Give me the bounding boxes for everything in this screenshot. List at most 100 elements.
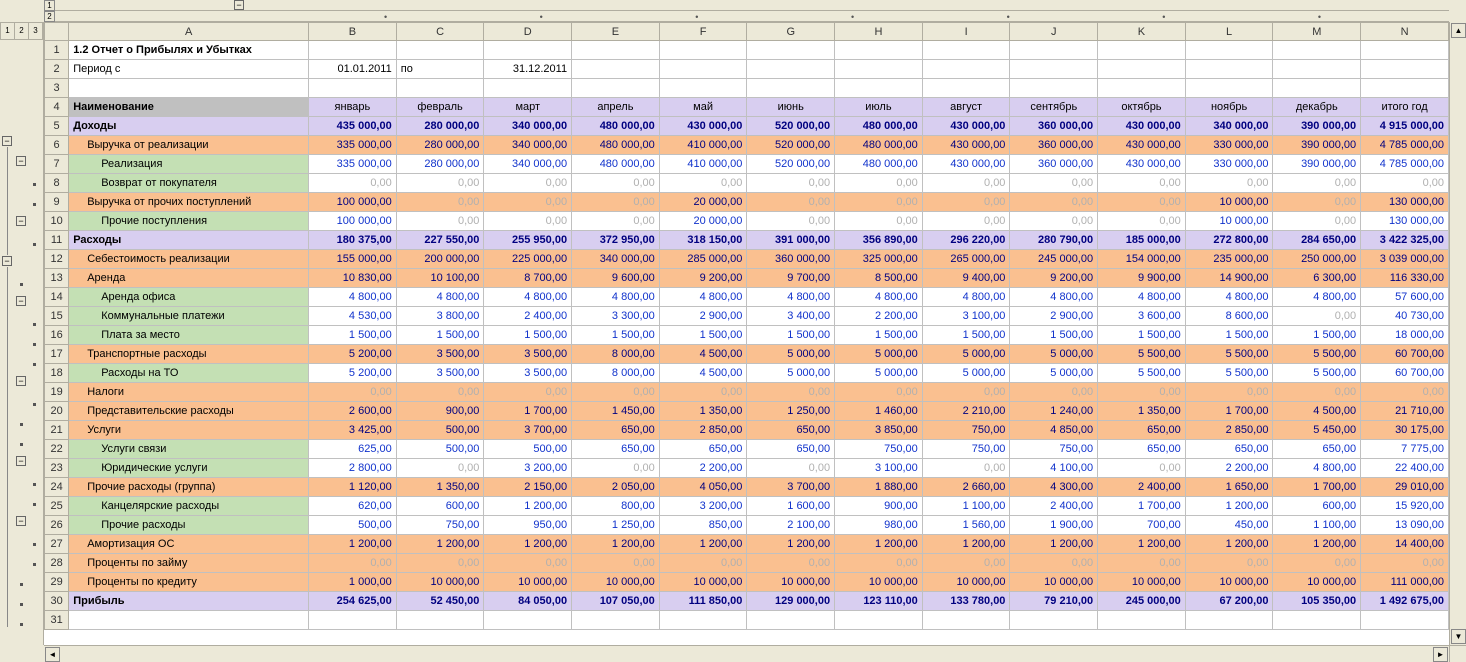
cell[interactable]: 1 200,00 [659, 535, 747, 554]
outline-collapse-other-ex[interactable]: − [16, 516, 26, 526]
cell[interactable]: 2 850,00 [659, 421, 747, 440]
cell[interactable]: 340 000,00 [484, 155, 572, 174]
cell[interactable]: 3 500,00 [484, 345, 572, 364]
cell[interactable]: 4 800,00 [396, 288, 484, 307]
cell[interactable]: 430 000,00 [1098, 155, 1186, 174]
cell[interactable]: 3 500,00 [484, 364, 572, 383]
cell[interactable]: 335 000,00 [309, 155, 397, 174]
cell[interactable]: 900,00 [835, 497, 923, 516]
cell[interactable]: 430 000,00 [922, 117, 1010, 136]
cell[interactable]: 154 000,00 [1098, 250, 1186, 269]
cell[interactable]: Период с [69, 60, 309, 79]
row-header-21[interactable]: 21 [45, 421, 69, 440]
cell[interactable]: 280 000,00 [396, 155, 484, 174]
cell[interactable]: 10 830,00 [309, 269, 397, 288]
cell[interactable]: 1 350,00 [1098, 402, 1186, 421]
cell[interactable]: 750,00 [922, 440, 1010, 459]
cell[interactable]: 3 850,00 [835, 421, 923, 440]
row-header-28[interactable]: 28 [45, 554, 69, 573]
cell[interactable]: 0,00 [922, 193, 1010, 212]
col-header-H[interactable]: H [835, 23, 923, 41]
cell[interactable] [1010, 41, 1098, 60]
cell[interactable]: 15 920,00 [1361, 497, 1449, 516]
vertical-scrollbar[interactable]: ▲ ▼ [1449, 22, 1466, 645]
col-header-corner[interactable] [45, 23, 69, 41]
cell[interactable]: 4 785 000,00 [1361, 155, 1449, 174]
cell[interactable]: 3 600,00 [1098, 307, 1186, 326]
cell[interactable]: 480 000,00 [835, 155, 923, 174]
row-header-24[interactable]: 24 [45, 478, 69, 497]
cell[interactable]: 0,00 [922, 459, 1010, 478]
row-name[interactable]: Доходы [69, 117, 309, 136]
cell[interactable]: 1 200,00 [1010, 535, 1098, 554]
cell[interactable]: 20 000,00 [659, 212, 747, 231]
cell[interactable]: 356 890,00 [835, 231, 923, 250]
row-name[interactable]: Услуги [69, 421, 309, 440]
col-header-L[interactable]: L [1185, 23, 1273, 41]
outline-collapse-sales[interactable]: − [16, 156, 26, 166]
cell[interactable]: 0,00 [1098, 174, 1186, 193]
cell[interactable]: 3 100,00 [922, 307, 1010, 326]
cell[interactable]: 0,00 [1098, 554, 1186, 573]
row-name[interactable]: Представительские расходы [69, 402, 309, 421]
cell[interactable]: 22 400,00 [1361, 459, 1449, 478]
cell[interactable]: 850,00 [659, 516, 747, 535]
cell[interactable]: январь [309, 98, 397, 117]
cell[interactable]: 0,00 [309, 174, 397, 193]
cell[interactable]: 500,00 [396, 421, 484, 440]
cell[interactable]: 0,00 [835, 383, 923, 402]
cell[interactable] [396, 41, 484, 60]
cell[interactable]: 57 600,00 [1361, 288, 1449, 307]
cell[interactable]: 2 400,00 [1010, 497, 1098, 516]
outline-collapse-other-in[interactable]: − [16, 216, 26, 226]
row-name[interactable]: Услуги связи [69, 440, 309, 459]
cell[interactable]: 2 100,00 [747, 516, 835, 535]
cell[interactable]: 650,00 [1185, 440, 1273, 459]
cell[interactable] [659, 41, 747, 60]
cell[interactable]: 480 000,00 [572, 117, 660, 136]
cell[interactable]: 4 530,00 [309, 307, 397, 326]
cell[interactable]: 1 500,00 [659, 326, 747, 345]
cell[interactable]: 255 950,00 [484, 231, 572, 250]
cell[interactable]: 1 500,00 [1185, 326, 1273, 345]
cell[interactable]: 1 880,00 [835, 478, 923, 497]
cell[interactable]: 2 200,00 [835, 307, 923, 326]
cell[interactable]: 0,00 [835, 212, 923, 231]
cell[interactable]: 1 100,00 [922, 497, 1010, 516]
cell[interactable]: октябрь [1098, 98, 1186, 117]
cell[interactable] [922, 60, 1010, 79]
cell[interactable]: 1 700,00 [1185, 402, 1273, 421]
cell[interactable]: 330 000,00 [1185, 155, 1273, 174]
cell[interactable]: 280 000,00 [396, 117, 484, 136]
cell[interactable]: 01.01.2011 [309, 60, 397, 79]
cell[interactable]: 0,00 [1010, 212, 1098, 231]
cell[interactable]: 30 175,00 [1361, 421, 1449, 440]
cell[interactable]: 0,00 [747, 554, 835, 573]
cell[interactable]: 390 000,00 [1273, 117, 1361, 136]
cell[interactable]: 450,00 [1185, 516, 1273, 535]
cell[interactable]: 0,00 [572, 212, 660, 231]
cell[interactable]: 3 700,00 [484, 421, 572, 440]
row-header-1[interactable]: 1 [45, 41, 69, 60]
cell[interactable]: 2 800,00 [309, 459, 397, 478]
cell[interactable]: 7 775,00 [1361, 440, 1449, 459]
row-header-19[interactable]: 19 [45, 383, 69, 402]
cell[interactable]: 390 000,00 [1273, 155, 1361, 174]
cell[interactable]: 3 039 000,00 [1361, 250, 1449, 269]
cell[interactable] [747, 60, 835, 79]
cell[interactable] [1185, 79, 1273, 98]
cell[interactable]: 360 000,00 [747, 250, 835, 269]
cell[interactable]: 2 200,00 [659, 459, 747, 478]
cell[interactable]: 0,00 [659, 383, 747, 402]
cell[interactable] [1185, 41, 1273, 60]
cell[interactable] [835, 60, 923, 79]
cell[interactable]: 0,00 [572, 459, 660, 478]
cell[interactable]: 9 200,00 [659, 269, 747, 288]
cell[interactable]: 284 650,00 [1273, 231, 1361, 250]
outline-collapse-incomes[interactable]: − [2, 136, 12, 146]
cell[interactable]: 520 000,00 [747, 136, 835, 155]
cell[interactable]: 360 000,00 [1010, 117, 1098, 136]
row-name[interactable]: Выручка от реализации [69, 136, 309, 155]
row-name[interactable]: Аренда [69, 269, 309, 288]
cell[interactable]: 5 500,00 [1185, 364, 1273, 383]
